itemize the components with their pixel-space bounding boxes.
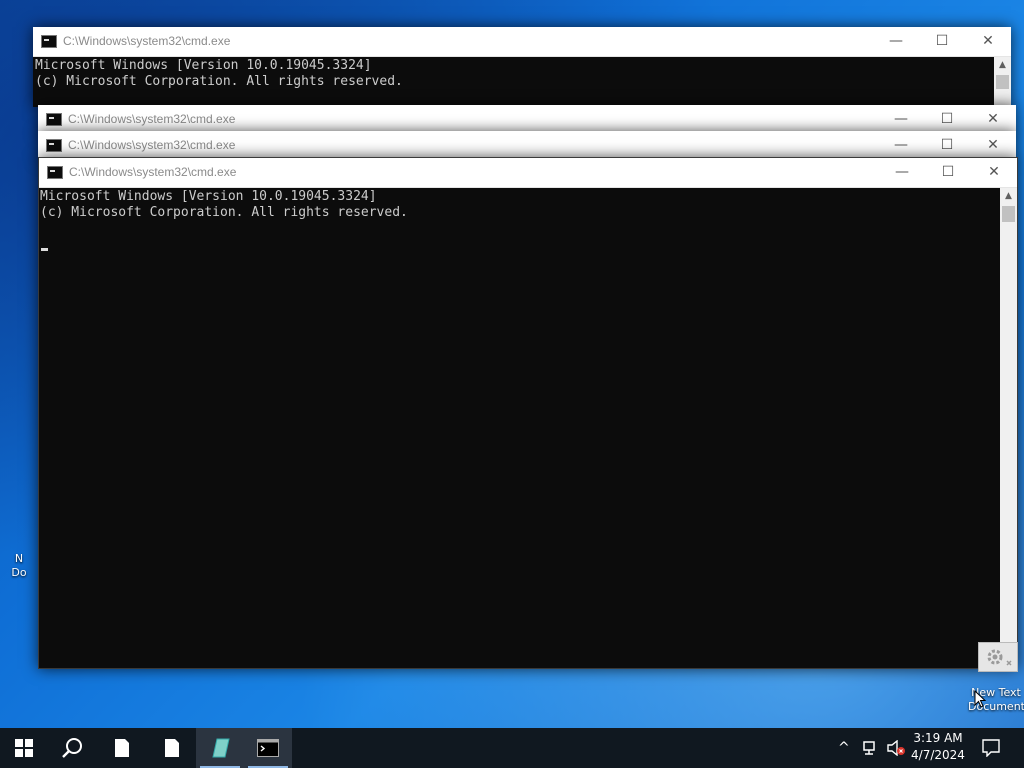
maximize-button[interactable]: ☐ [924,131,970,160]
cmd-icon [46,113,62,126]
scroll-thumb[interactable] [996,75,1009,89]
close-button[interactable]: ✕ [970,105,1016,134]
desktop-icon-label-line2: Do [11,566,27,579]
taskbar: ^ 3:19 AM 4/7/2024 [0,728,1024,768]
cmd-icon [46,139,62,152]
volume-muted-icon[interactable] [886,740,906,756]
taskbar-file-1[interactable] [98,728,146,768]
clock-time: 3:19 AM [913,731,963,745]
search-button[interactable] [48,728,96,768]
show-hidden-icons-button[interactable]: ^ [838,740,850,756]
minimize-button[interactable]: — [878,131,924,160]
cmd-icon [47,166,63,179]
window-title: C:\Windows\system32\cmd.exe [68,138,236,152]
maximize-button[interactable]: ☐ [919,27,965,56]
mouse-pointer-icon [974,690,986,708]
taskbar-paint[interactable] [196,728,244,768]
file-icon [165,739,179,757]
notifications-icon[interactable] [982,739,1000,757]
scroll-thumb[interactable] [1002,206,1015,222]
paint-icon [212,738,230,758]
maximize-button[interactable]: ☐ [924,105,970,134]
search-icon [62,738,82,758]
desktop-icon-left[interactable]: N Do [6,552,32,580]
scrollbar[interactable]: ▲ [1000,188,1017,668]
text-cursor [41,248,48,251]
chevron-up-icon: ^ [838,740,850,756]
taskbar-cmd[interactable] [244,728,292,768]
clock-date: 4/7/2024 [911,748,965,762]
console-line: Microsoft Windows [Version 10.0.19045.33… [40,189,377,204]
cmd-icon [41,35,57,48]
window-title: C:\Windows\system32\cmd.exe [63,34,231,48]
cmd-window-active[interactable]: C:\Windows\system32\cmd.exe — ☐ ✕ Micros… [38,157,1018,669]
console-line: (c) Microsoft Corporation. All rights re… [35,74,403,89]
window-title: C:\Windows\system32\cmd.exe [68,112,236,126]
desktop-icon-label-line1: N [14,552,24,565]
scroll-up-icon[interactable]: ▲ [1000,188,1017,205]
console-line: Microsoft Windows [Version 10.0.19045.33… [35,58,372,73]
title-bar[interactable]: C:\Windows\system32\cmd.exe — ☐ ✕ [33,27,1011,57]
scrollbar[interactable]: ▲ [994,57,1011,107]
window-title: C:\Windows\system32\cmd.exe [69,165,237,179]
console-line: (c) Microsoft Corporation. All rights re… [40,205,408,220]
close-button[interactable]: ✕ [970,131,1016,160]
file-icon [115,739,129,757]
title-bar[interactable]: C:\Windows\system32\cmd.exe — ☐ ✕ [39,158,1017,188]
scroll-up-icon[interactable]: ▲ [994,57,1011,74]
start-button[interactable] [0,728,48,768]
minimize-button[interactable]: — [873,27,919,56]
maximize-button[interactable]: ☐ [925,158,971,187]
gear-icon [987,649,1012,666]
clock[interactable]: 3:19 AM 4/7/2024 [908,731,968,762]
minimize-button[interactable]: — [878,105,924,134]
cmd-icon [257,739,279,757]
cmd-window-1[interactable]: C:\Windows\system32\cmd.exe — ☐ ✕ Micros… [33,27,1011,107]
settings-widget[interactable] [978,642,1018,672]
close-button[interactable]: ✕ [971,158,1017,187]
windows-logo-icon [15,739,33,757]
taskbar-file-2[interactable] [148,728,196,768]
network-icon[interactable] [862,740,880,756]
close-button[interactable]: ✕ [965,27,1011,56]
minimize-button[interactable]: — [879,158,925,187]
